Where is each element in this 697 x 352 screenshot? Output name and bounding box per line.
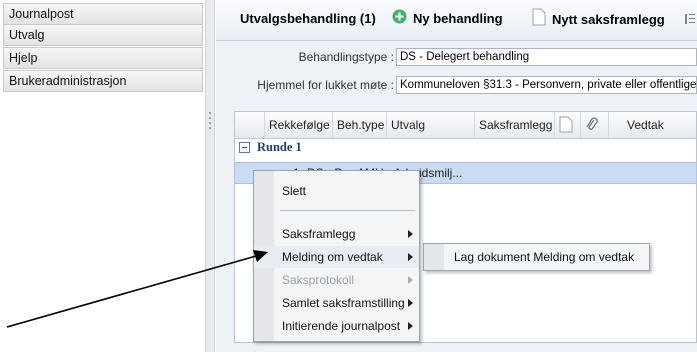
- annotation-arrow: [6, 250, 268, 328]
